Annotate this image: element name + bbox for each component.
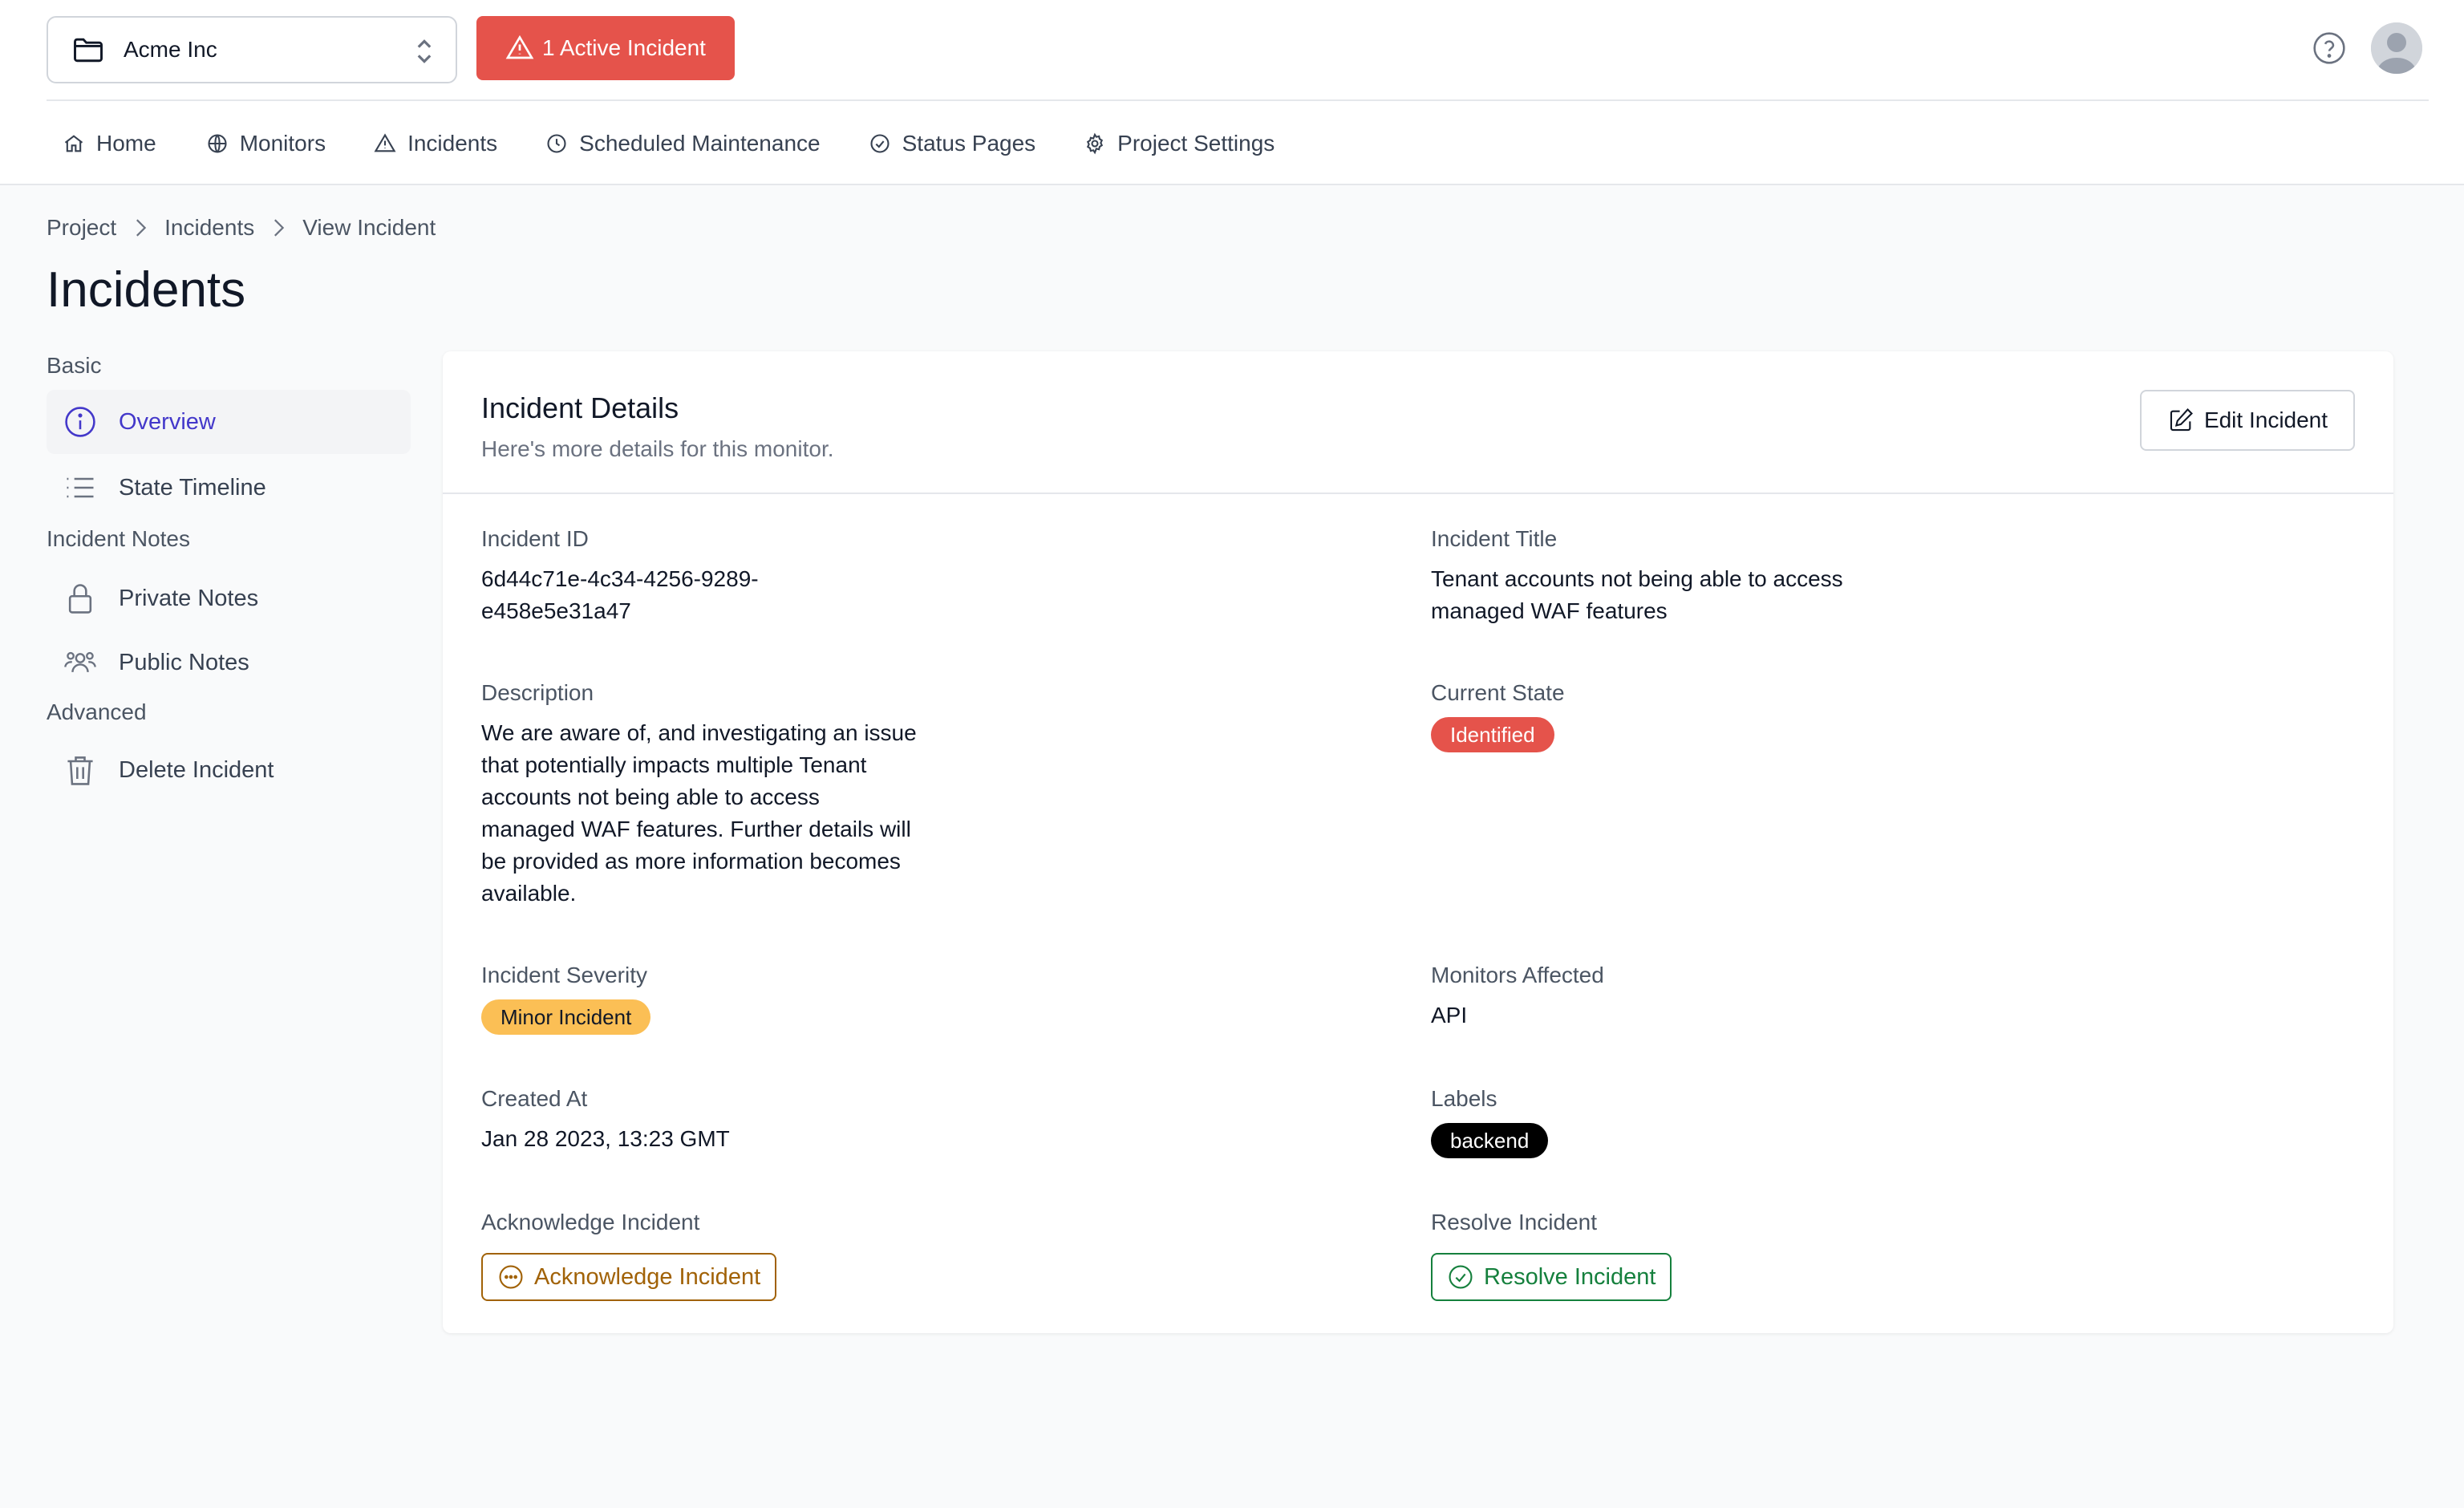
sidebar-item-state-timeline[interactable]: State Timeline — [47, 456, 411, 520]
nav-status-pages[interactable]: Status Pages — [869, 131, 1036, 156]
card-description: Here's more details for this monitor. — [481, 436, 834, 461]
acknowledge-incident-button[interactable]: Acknowledge Incident — [481, 1253, 777, 1301]
folder-icon — [74, 38, 103, 63]
sidebar-item-private-notes[interactable]: Private Notes — [47, 566, 411, 630]
breadcrumb: Project Incidents View Incident — [47, 215, 436, 241]
edit-incident-label: Edit Incident — [2203, 407, 2328, 432]
description-line: We are aware of, and investigating an is… — [481, 720, 917, 745]
main-nav: Home Monitors Incidents Scheduled Mainte… — [63, 124, 1275, 164]
sidebar-item-label: Delete Incident — [119, 756, 274, 783]
acknowledge-incident-label: Acknowledge Incident — [481, 1210, 700, 1234]
sidebar-group-advanced: Advanced — [47, 699, 147, 724]
acknowledge-button-label: Acknowledge Incident — [534, 1263, 761, 1290]
project-selector[interactable]: Acme Inc — [47, 16, 457, 83]
home-icon — [64, 135, 83, 152]
sidebar-item-overview[interactable]: Overview — [47, 390, 411, 454]
incident-id-line-2: e458e5e31a47 — [481, 598, 631, 623]
chevron-up-down-icon — [417, 39, 432, 63]
card-header: Incident Details Here's more details for… — [443, 351, 2393, 494]
globe-icon — [208, 134, 227, 153]
labels-label: Labels — [1431, 1086, 1497, 1111]
avatar[interactable] — [2371, 22, 2422, 74]
page-title: Incidents — [47, 262, 246, 318]
sidebar-item-label: Public Notes — [119, 649, 249, 675]
current-state-label: Current State — [1431, 680, 1565, 705]
card-title: Incident Details — [481, 391, 679, 424]
nav-home-label: Home — [96, 131, 156, 156]
nav-status-pages-label: Status Pages — [902, 131, 1036, 156]
ellipsis-circle-icon — [499, 1265, 523, 1289]
lock-icon — [68, 584, 92, 614]
monitors-affected-label: Monitors Affected — [1431, 963, 1604, 987]
breadcrumb-view-incident[interactable]: View Incident — [302, 215, 436, 241]
top-bar: Acme Inc 1 Active Incident Home Monitors… — [0, 0, 2464, 185]
sidebar-item-public-notes[interactable]: Public Notes — [47, 630, 411, 695]
incident-title-label: Incident Title — [1431, 526, 1558, 551]
help-icon[interactable] — [2312, 30, 2347, 66]
incident-severity-label: Incident Severity — [481, 963, 647, 987]
sidebar-item-label: Private Notes — [119, 585, 259, 611]
created-at-label: Created At — [481, 1086, 588, 1111]
description-line: available. — [481, 881, 577, 906]
active-incident-label: 1 Active Incident — [542, 35, 706, 60]
incident-id-line-1: 6d44c71e-4c34-4256-9289- — [481, 566, 759, 591]
incident-title-line-2: managed WAF features — [1431, 598, 1668, 623]
chevron-right-icon — [136, 219, 147, 237]
active-incident-button[interactable]: 1 Active Incident — [476, 16, 735, 80]
label-badge-backend: backend — [1431, 1123, 1549, 1158]
nav-home[interactable]: Home — [63, 131, 156, 156]
nav-incidents[interactable]: Incidents — [374, 131, 497, 156]
gear-icon — [1087, 132, 1104, 155]
project-name: Acme Inc — [124, 37, 217, 62]
sidebar-item-delete-incident[interactable]: Delete Incident — [47, 738, 411, 802]
description-line: accounts not being able to access — [481, 784, 820, 809]
check-circle-icon — [870, 134, 890, 153]
created-at-value: Jan 28 2023, 13:23 GMT — [481, 1126, 730, 1151]
description-line: be provided as more information becomes — [481, 849, 901, 874]
nav-incidents-label: Incidents — [407, 131, 498, 156]
description-label: Description — [481, 680, 594, 705]
resolve-button-label: Resolve Incident — [1484, 1263, 1656, 1290]
nav-project-settings-label: Project Settings — [1117, 131, 1275, 156]
user-avatar-icon — [2371, 22, 2422, 74]
clock-icon — [547, 134, 566, 153]
sidebar-item-label: Overview — [119, 408, 216, 435]
nav-project-settings[interactable]: Project Settings — [1084, 131, 1275, 156]
current-state-badge: Identified — [1431, 717, 1554, 752]
nav-scheduled-maintenance[interactable]: Scheduled Maintenance — [545, 131, 821, 156]
resolve-incident-button[interactable]: Resolve Incident — [1431, 1253, 1672, 1301]
resolve-incident-label: Resolve Incident — [1431, 1210, 1598, 1234]
description-line: that potentially impacts multiple Tenant — [481, 752, 867, 777]
incident-id-label: Incident ID — [481, 526, 589, 551]
sidebar-group-incident-notes: Incident Notes — [47, 526, 190, 551]
chevron-right-icon — [274, 219, 285, 237]
severity-badge: Minor Incident — [481, 999, 651, 1035]
sidebar-item-label: State Timeline — [119, 474, 266, 501]
description-line: managed WAF features. Further details wi… — [481, 817, 911, 841]
incident-id-value: 6d44c71e-4c34-4256-9289- e458e5e31a47 — [481, 563, 759, 627]
alert-triangle-icon — [505, 34, 534, 59]
top-divider — [47, 99, 2429, 101]
incident-title-value: Tenant accounts not being able to access… — [1431, 563, 1843, 627]
monitors-affected-value: API — [1431, 1003, 1468, 1028]
edit-icon — [2170, 407, 2193, 432]
alert-triangle-icon — [374, 133, 396, 152]
sidebar-group-basic: Basic — [47, 353, 102, 378]
description-value: We are aware of, and investigating an is… — [481, 717, 917, 910]
nav-scheduled-maintenance-label: Scheduled Maintenance — [579, 131, 821, 156]
nav-monitors[interactable]: Monitors — [206, 131, 326, 156]
trash-icon — [67, 756, 93, 785]
edit-incident-button[interactable]: Edit Incident — [2140, 390, 2355, 451]
nav-monitors-label: Monitors — [239, 131, 326, 156]
users-icon — [64, 651, 96, 673]
incident-details-card: Incident Details Here's more details for… — [443, 351, 2393, 1333]
check-circle-icon — [1449, 1265, 1473, 1289]
list-icon — [67, 477, 94, 498]
info-icon — [65, 407, 95, 437]
incident-title-line-1: Tenant accounts not being able to access — [1431, 566, 1843, 591]
breadcrumb-incidents[interactable]: Incidents — [164, 215, 254, 241]
breadcrumb-project[interactable]: Project — [47, 215, 116, 241]
